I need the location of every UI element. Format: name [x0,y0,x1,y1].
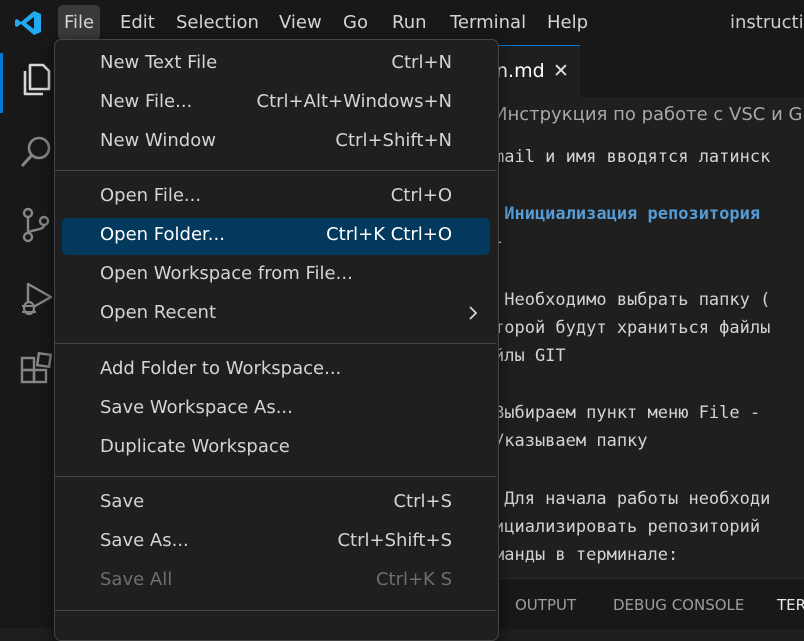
panel-tab-debug-console[interactable]: DEBUG CONSOLE [613,596,744,614]
menu-item-shortcut: Ctrl+K S [375,569,452,590]
menu-item-label: Save [100,491,145,512]
code-line[interactable]: Указываем папку [494,431,648,451]
extensions-icon[interactable] [16,350,56,390]
code-line[interactable]: торой будут храниться файлы [494,318,770,338]
window-title: instructio [730,12,804,33]
menu-help[interactable]: Help [547,0,588,45]
menu-item-label: Duplicate Workspace [100,436,290,457]
editor-tab-label[interactable]: n.md [496,60,545,82]
menu-separator [55,610,496,611]
menu-separator [55,170,496,171]
menu-item-new-text-file[interactable]: New Text File Ctrl+N [62,46,490,83]
menu-item-label: New File... [100,91,193,112]
code-line[interactable]: Необходимо выбрать папку ( [494,290,770,310]
menu-item-shortcut: Ctrl+K Ctrl+O [326,224,452,245]
panel-tab-terminal[interactable]: TER [777,596,804,614]
menu-separator [55,343,496,344]
code-line-heading[interactable]: Инициализация репозитория [494,204,760,224]
menu-item-shortcut: Ctrl+N [391,52,452,73]
menu-item-label: Add Folder to Workspace... [100,358,342,379]
menu-item-new-window[interactable]: New Window Ctrl+Shift+N [62,124,490,161]
vscode-logo-icon[interactable] [14,10,42,36]
menu-item-save-workspace-as[interactable]: Save Workspace As... [62,391,490,428]
menu-file[interactable]: File [58,5,101,40]
menu-item-label: Open Workspace from File... [100,263,353,284]
code-line[interactable]: Выбираем пункт меню File - [494,403,760,423]
search-icon[interactable] [16,132,56,172]
menu-item-shortcut: Ctrl+S [393,491,452,512]
menu-item-shortcut: Ctrl+Alt+Windows+N [256,91,452,112]
panel-tab-output[interactable]: OUTPUT [515,596,576,614]
files-icon[interactable] [16,59,56,99]
active-view-indicator [0,53,3,113]
breadcrumb[interactable]: Инструкция по работе с VSC и GIT [494,104,804,125]
menu-item-label: Open Folder... [100,224,225,245]
menu-item-shortcut: Ctrl+Shift+S [337,530,452,551]
tab-close-icon[interactable]: ✕ [553,60,569,82]
menu-item-label: Open Recent [100,302,217,323]
menu-item-open-folder[interactable]: Open Folder... Ctrl+K Ctrl+O [62,218,490,255]
menu-item-shortcut: Ctrl+O [390,185,452,206]
menu-item-label: Save All [100,569,173,590]
code-line[interactable]: манды в терминале: [494,545,678,565]
menu-item-label: New Window [100,130,216,151]
code-line[interactable]: ициализировать репозиторий [494,517,760,537]
menu-item-label: Save Workspace As... [100,397,293,418]
code-line[interactable]: Для начала работы необходи [494,489,770,509]
code-line[interactable]: йлы GIT [494,346,566,366]
menu-item-open-recent[interactable]: Open Recent [62,296,490,333]
chevron-right-icon [469,306,478,320]
run-debug-icon[interactable] [16,279,56,319]
menu-item-add-folder-to-workspace[interactable]: Add Folder to Workspace... [62,352,490,389]
menu-item-duplicate-workspace[interactable]: Duplicate Workspace [62,430,490,467]
menu-item-open-file[interactable]: Open File... Ctrl+O [62,179,490,216]
menu-item-shortcut: Ctrl+Shift+N [335,130,452,151]
menu-item-open-workspace-from-file[interactable]: Open Workspace from File... [62,257,490,294]
menu-item-save[interactable]: Save Ctrl+S [62,485,490,522]
menu-item-label: New Text File [100,52,218,73]
source-control-icon[interactable] [16,205,56,245]
menu-separator [55,476,496,477]
menu-item-save-as[interactable]: Save As... Ctrl+Shift+S [62,524,490,561]
menu-item-label: Open File... [100,185,202,206]
menu-item-label: Save As... [100,530,189,551]
code-line[interactable]: mail и имя вводятся латинск [494,147,770,167]
menu-item-new-file[interactable]: New File... Ctrl+Alt+Windows+N [62,85,490,122]
menu-item-save-all: Save All Ctrl+K S [62,563,490,600]
